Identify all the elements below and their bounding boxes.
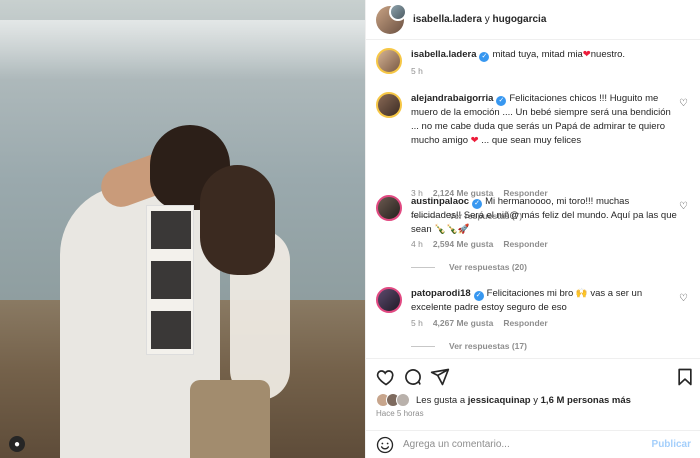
verified-badge-icon: ✓ — [473, 291, 484, 301]
replies-divider — [411, 345, 435, 347]
smiley-icon[interactable] — [376, 436, 394, 454]
author-link-1[interactable]: isabella.ladera — [413, 14, 482, 25]
caption-username[interactable]: isabella.ladera — [411, 49, 476, 60]
comment-username[interactable]: alejandrabaigorria — [411, 93, 493, 104]
post-actions-bar — [366, 358, 700, 394]
likes-connector: y — [533, 394, 538, 406]
reply-button[interactable]: Responder — [503, 318, 547, 328]
commenter-avatar[interactable] — [376, 287, 402, 313]
reply-button[interactable]: Responder — [503, 239, 547, 249]
comment-likes[interactable]: 2,594 Me gusta — [433, 239, 493, 249]
caption-time[interactable]: 5 h — [411, 66, 423, 76]
author-avatar[interactable] — [376, 2, 407, 34]
likes-summary[interactable]: Les gusta a jessicaquinap y 1,6 M person… — [376, 393, 631, 407]
view-replies-label: Ver respuestas (17) — [449, 341, 527, 351]
comment-likes[interactable]: 4,267 Me gusta — [433, 318, 493, 328]
add-comment-bar: Publicar — [366, 430, 700, 458]
comment-text-end: ... que sean muy felices — [481, 135, 582, 146]
sky-glare — [0, 20, 365, 80]
verified-badge-icon: ✓ — [479, 52, 490, 62]
caption-text-end: nuestro. — [590, 49, 626, 60]
publish-button[interactable]: Publicar — [652, 439, 691, 450]
woman-skirt — [190, 380, 270, 458]
liker-username[interactable]: jessicaquinap — [468, 395, 531, 406]
post-authors: isabella.ladera y hugogarcia — [413, 14, 546, 25]
comment-item: patoparodi18 ✓ Felicitaciones mi bro 🙌 vas… — [376, 287, 696, 357]
comments-list[interactable]: isabella.ladera ✓ mitad tuya, mitad mia❤nu… — [366, 40, 700, 358]
caption-meta: 5 h — [411, 66, 423, 76]
like-comment-heart-icon[interactable]: ♡ — [679, 98, 688, 109]
likes-prefix: Les gusta a — [416, 394, 466, 406]
author-link-2[interactable]: hugogarcia — [493, 14, 547, 25]
share-icon[interactable] — [430, 367, 450, 387]
comment-meta: 5 h 4,267 Me gusta Responder — [411, 318, 548, 328]
heart-icon[interactable] — [376, 367, 396, 387]
comment-time[interactable]: 4 h — [411, 239, 423, 249]
comment-item: austinpalaoc ✓ Mi hermanoooo, mi toro!!! m… — [376, 195, 696, 295]
post-side-panel: isabella.ladera y hugogarcia isabella.la… — [365, 0, 700, 458]
post-caption: isabella.ladera ✓ mitad tuya, mitad mia❤nu… — [376, 48, 696, 88]
heart-emoji: ❤ — [582, 49, 591, 60]
tagged-users-icon[interactable]: ● — [9, 436, 25, 452]
like-comment-heart-icon[interactable]: ♡ — [679, 201, 688, 212]
ultrasound-frame — [151, 311, 191, 349]
post-header: isabella.ladera y hugogarcia — [366, 0, 700, 40]
caption-text: mitad tuya, mitad mia — [492, 49, 583, 60]
woman-hair — [200, 165, 275, 275]
like-comment-heart-icon[interactable]: ♡ — [679, 293, 688, 304]
bookmark-icon[interactable] — [675, 367, 695, 387]
view-replies-button[interactable]: Ver respuestas (17) — [411, 341, 527, 351]
liker-avatar — [396, 393, 410, 407]
ultrasound-frame — [151, 211, 191, 249]
ultrasound-photo-strip — [146, 205, 194, 355]
replies-divider — [411, 266, 435, 268]
likes-others[interactable]: 1,6 M personas más — [541, 395, 631, 406]
post-timestamp[interactable]: Hace 5 horas — [376, 409, 424, 418]
comment-time[interactable]: 5 h — [411, 318, 423, 328]
liker-avatars — [376, 393, 412, 407]
verified-badge-icon: ✓ — [472, 199, 483, 209]
comment-input[interactable] — [403, 439, 652, 450]
view-replies-button[interactable]: Ver respuestas (20) — [411, 262, 527, 272]
verified-badge-icon: ✓ — [496, 96, 507, 106]
post-photo[interactable]: ● — [0, 0, 365, 458]
ultrasound-frame — [151, 261, 191, 299]
commenter-avatar[interactable] — [376, 195, 402, 221]
comment-meta: 4 h 2,594 Me gusta Responder — [411, 239, 548, 249]
comment-icon[interactable] — [403, 367, 423, 387]
authors-connector: y — [484, 14, 490, 25]
author-avatar[interactable] — [376, 48, 402, 74]
commenter-avatar[interactable] — [376, 92, 402, 118]
view-replies-label: Ver respuestas (20) — [449, 262, 527, 272]
comment-username[interactable]: austinpalaoc — [411, 196, 469, 207]
heart-emoji: ❤ — [470, 135, 479, 146]
comment-username[interactable]: patoparodi18 — [411, 288, 471, 299]
